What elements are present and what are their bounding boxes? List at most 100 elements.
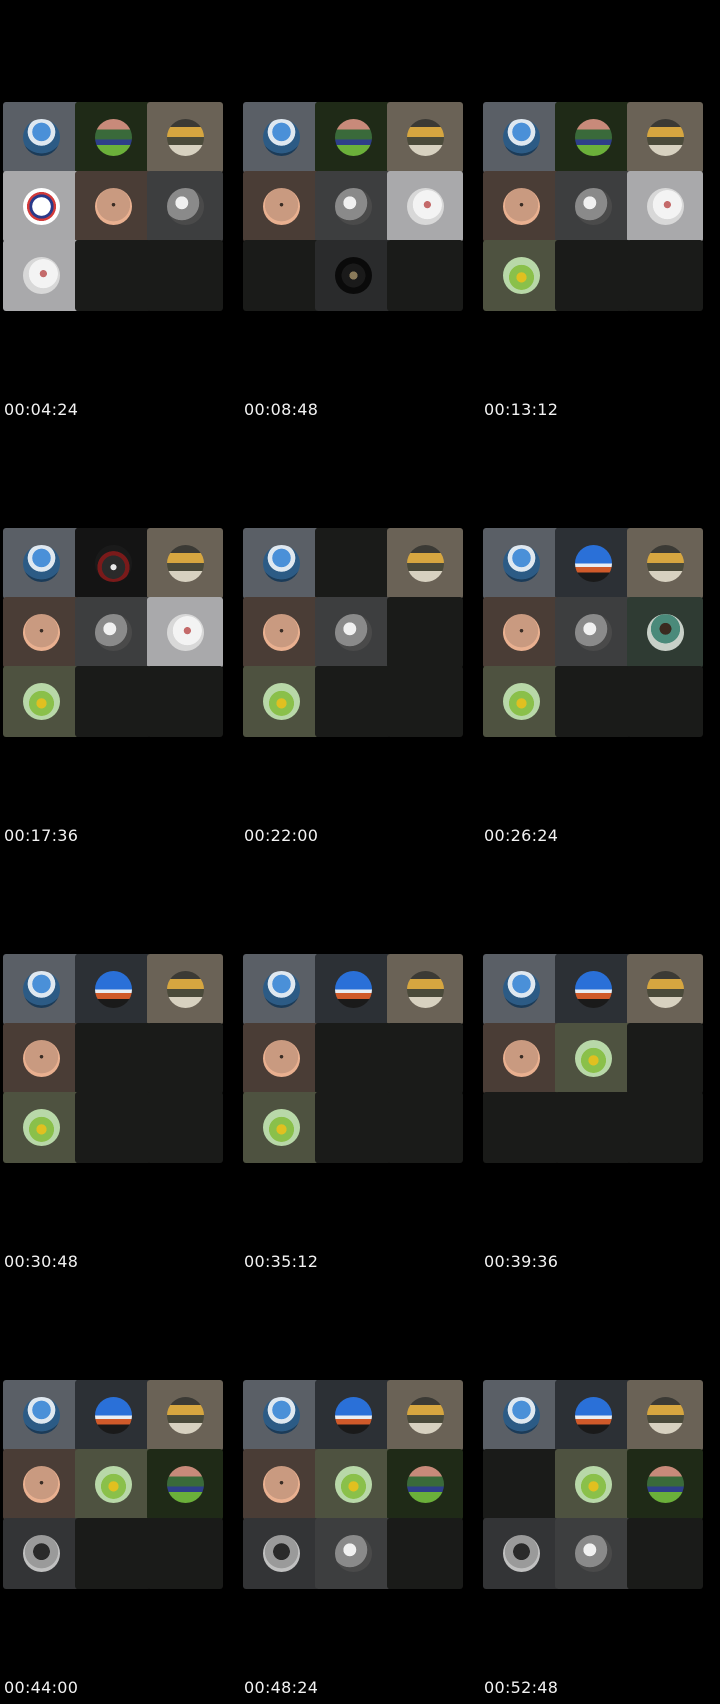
avatar <box>262 971 300 1008</box>
participant-tile-green-avatar[interactable] <box>243 666 319 737</box>
participant-tile-sky-avatar[interactable] <box>75 954 151 1025</box>
participant-tile-green-avatar[interactable] <box>3 1092 79 1163</box>
participant-tile-gray-avatar[interactable] <box>315 171 391 242</box>
avatar <box>22 545 60 582</box>
participant-tile-sea-avatar[interactable] <box>243 1380 319 1451</box>
participant-tile-sea-avatar[interactable] <box>3 1380 79 1451</box>
avatar <box>334 1535 372 1572</box>
video-frame-6: 00:26:24 <box>480 426 720 852</box>
participant-tile-sky-avatar[interactable] <box>555 528 631 599</box>
avatar <box>334 1466 372 1503</box>
participant-tile-green-avatar[interactable] <box>555 1023 631 1094</box>
participant-tile-gray-avatar[interactable] <box>147 171 223 242</box>
participant-tile-orange-avatar[interactable] <box>75 171 151 242</box>
participant-tile-sky-avatar[interactable] <box>315 954 391 1025</box>
participant-grid <box>243 102 477 322</box>
participant-tile-gray-avatar[interactable] <box>315 1518 391 1589</box>
participant-tile-sunset-avatar[interactable] <box>387 1380 463 1451</box>
frame-timestamp: 00:44:00 <box>4 1678 79 1697</box>
participant-tile-sea-avatar[interactable] <box>243 954 319 1025</box>
video-frame-1: 00:04:24 <box>0 0 240 426</box>
participant-tile-gray-avatar[interactable] <box>555 171 631 242</box>
participant-tile-empty <box>483 1092 559 1163</box>
participant-tile-gray-avatar[interactable] <box>315 597 391 668</box>
participant-tile-green-avatar[interactable] <box>243 1092 319 1163</box>
participant-tile-white-avatar[interactable] <box>3 240 79 311</box>
participant-tile-person-avatar[interactable] <box>483 1518 559 1589</box>
participant-tile-sunset-avatar[interactable] <box>147 954 223 1025</box>
participant-tile-orange-avatar[interactable] <box>243 597 319 668</box>
participant-tile-green-avatar[interactable] <box>315 1449 391 1520</box>
participant-tile-orange-avatar[interactable] <box>3 1023 79 1094</box>
avatar <box>166 1466 204 1503</box>
participant-tile-orange-avatar[interactable] <box>483 597 559 668</box>
participant-tile-sea-avatar[interactable] <box>3 102 79 173</box>
participant-tile-sky-avatar[interactable] <box>315 1380 391 1451</box>
participant-tile-sky-avatar[interactable] <box>555 1380 631 1451</box>
participant-tile-green-avatar[interactable] <box>555 1449 631 1520</box>
participant-tile-sunset-avatar[interactable] <box>147 102 223 173</box>
participant-tile-orange-avatar[interactable] <box>3 1449 79 1520</box>
participant-tile-orange-avatar[interactable] <box>483 171 559 242</box>
participant-tile-sea-avatar[interactable] <box>483 528 559 599</box>
participant-tile-sea-avatar[interactable] <box>483 954 559 1025</box>
participant-tile-gray-avatar[interactable] <box>75 597 151 668</box>
avatar <box>646 1466 684 1503</box>
participant-tile-logo-avatar[interactable] <box>3 171 79 242</box>
participant-tile-field-avatar[interactable] <box>147 1449 223 1520</box>
participant-tile-sunset-avatar[interactable] <box>147 1380 223 1451</box>
participant-tile-sea-avatar[interactable] <box>483 102 559 173</box>
avatar <box>502 545 540 582</box>
participant-tile-gray-avatar[interactable] <box>555 1518 631 1589</box>
participant-tile-green-avatar[interactable] <box>3 666 79 737</box>
participant-tile-field-avatar[interactable] <box>555 102 631 173</box>
avatar <box>22 1535 60 1572</box>
participant-tile-orange-avatar[interactable] <box>243 1023 319 1094</box>
participant-tile-sunset-avatar[interactable] <box>627 102 703 173</box>
avatar <box>406 545 444 582</box>
frame-timestamp: 00:08:48 <box>244 400 319 419</box>
participant-tile-orange-avatar[interactable] <box>243 1449 319 1520</box>
participant-tile-empty <box>627 240 703 311</box>
participant-tile-field-avatar[interactable] <box>627 1449 703 1520</box>
participant-grid <box>483 102 717 322</box>
participant-tile-sunset-avatar[interactable] <box>387 528 463 599</box>
participant-tile-sunset-avatar[interactable] <box>627 1380 703 1451</box>
participant-tile-orange-avatar[interactable] <box>3 597 79 668</box>
participant-tile-orange-avatar[interactable] <box>483 1023 559 1094</box>
participant-tile-sunset-avatar[interactable] <box>627 954 703 1025</box>
participant-tile-person-avatar[interactable] <box>243 1518 319 1589</box>
participant-tile-white-avatar[interactable] <box>627 171 703 242</box>
participant-tile-field-avatar[interactable] <box>75 102 151 173</box>
participant-tile-person-avatar[interactable] <box>3 1518 79 1589</box>
participant-grid <box>483 954 717 1174</box>
participant-tile-sea-avatar[interactable] <box>243 102 319 173</box>
participant-tile-sunset-avatar[interactable] <box>387 954 463 1025</box>
participant-tile-sunset-avatar[interactable] <box>627 528 703 599</box>
participant-tile-green-avatar[interactable] <box>75 1449 151 1520</box>
participant-tile-gray-avatar[interactable] <box>555 597 631 668</box>
participant-tile-sea-avatar[interactable] <box>483 1380 559 1451</box>
participant-tile-empty <box>147 666 223 737</box>
participant-tile-sea-avatar[interactable] <box>3 954 79 1025</box>
participant-tile-dark-avatar[interactable] <box>315 240 391 311</box>
participant-tile-orange-avatar[interactable] <box>243 171 319 242</box>
participant-tile-sky-avatar[interactable] <box>555 954 631 1025</box>
participant-tile-sunset-avatar[interactable] <box>147 528 223 599</box>
participant-tile-green-avatar[interactable] <box>483 666 559 737</box>
participant-tile-white-avatar[interactable] <box>387 171 463 242</box>
participant-tile-man-avatar[interactable] <box>75 528 151 599</box>
participant-tile-woman-avatar[interactable] <box>627 597 703 668</box>
participant-tile-white-avatar[interactable] <box>147 597 223 668</box>
participant-tile-sea-avatar[interactable] <box>3 528 79 599</box>
participant-tile-green-avatar[interactable] <box>483 240 559 311</box>
participant-tile-field-avatar[interactable] <box>387 1449 463 1520</box>
avatar <box>502 1040 540 1077</box>
avatar <box>502 1535 540 1572</box>
participant-tile-empty <box>555 1092 631 1163</box>
participant-tile-field-avatar[interactable] <box>315 102 391 173</box>
participant-tile-sea-avatar[interactable] <box>243 528 319 599</box>
participant-tile-sky-avatar[interactable] <box>75 1380 151 1451</box>
participant-grid <box>483 528 717 748</box>
participant-tile-sunset-avatar[interactable] <box>387 102 463 173</box>
